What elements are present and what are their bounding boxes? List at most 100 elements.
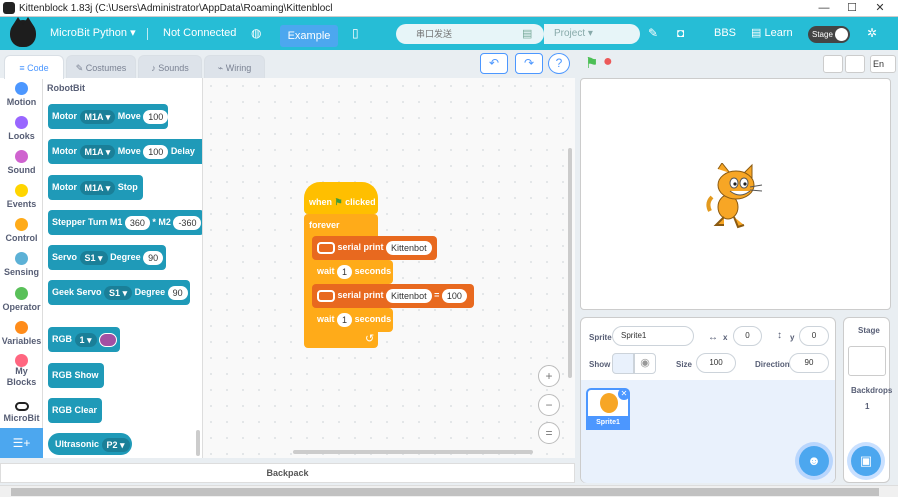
value-input[interactable]: 90 — [143, 250, 164, 265]
save-icon[interactable]: ▤ — [522, 27, 532, 40]
mode-select[interactable]: MicroBit Python ▾ — [50, 17, 136, 50]
value-input[interactable]: 100 — [143, 144, 169, 159]
globe-icon[interactable]: ◍ — [251, 17, 261, 50]
kittenblock-logo[interactable] — [10, 17, 36, 47]
project-menu[interactable]: Project ▾ — [544, 24, 640, 44]
value-input[interactable]: 90 — [167, 285, 188, 300]
close-button[interactable]: ✕ — [866, 0, 894, 16]
help-button[interactable]: ? — [548, 53, 570, 74]
palette-scrollbar[interactable] — [196, 430, 200, 456]
stage-toggle[interactable]: Stage — [808, 26, 850, 43]
category-motion[interactable]: Motion — [0, 82, 42, 107]
value-input[interactable]: Kittenbot — [386, 288, 432, 303]
category-sensing[interactable]: Sensing — [0, 252, 42, 277]
block-wait[interactable]: wait 1 seconds — [312, 260, 393, 284]
value-input[interactable]: Kittenbot — [386, 240, 432, 255]
tab-costumes[interactable]: ✎ Costumes — [66, 55, 136, 79]
value-input[interactable]: 360 — [124, 215, 150, 230]
color-swatch[interactable] — [99, 332, 118, 347]
port-dropdown[interactable]: S1 ▾ — [104, 285, 133, 300]
block-motor-stop[interactable]: Motor M1A ▾ Stop — [48, 175, 143, 200]
tab-wiring[interactable]: ⌁ Wiring — [204, 55, 265, 79]
category-operator[interactable]: Operator — [0, 287, 42, 312]
file-icon[interactable]: ▯ — [352, 17, 359, 50]
x-field[interactable]: 0 — [733, 326, 762, 346]
block-when-flag-clicked[interactable]: when ⚑ clicked — [304, 182, 378, 214]
add-backdrop-button[interactable]: ▣ — [851, 446, 881, 476]
redo-icon: ↷ — [523, 56, 535, 70]
category-looks[interactable]: Looks — [0, 116, 42, 141]
category-label: Motion — [6, 97, 37, 107]
block-stepper-turn[interactable]: Stepper Turn M1 360 * M2 -360 — [48, 210, 202, 235]
tab-sounds[interactable]: ♪ Sounds — [138, 55, 202, 79]
block-ultrasonic[interactable]: Ultrasonic P2 ▾ — [48, 433, 133, 455]
value-input[interactable]: -360 — [173, 215, 202, 230]
block-rgb[interactable]: RGB 1 ▾ — [48, 327, 120, 352]
category-events[interactable]: Events — [0, 184, 42, 209]
small-stage-button[interactable] — [823, 55, 843, 73]
add-sprite-button[interactable]: ☻ — [799, 446, 829, 476]
category-my-blocks[interactable]: My Blocks — [0, 354, 42, 388]
block-rgb-show[interactable]: RGB Show — [48, 363, 104, 388]
block-serial-print-equals[interactable]: serial print Kittenbot = 100 — [312, 284, 474, 308]
zoom-out-button[interactable]: − — [538, 394, 560, 416]
fullscreen-button[interactable]: En — [870, 55, 896, 73]
delete-sprite-icon[interactable]: ✕ — [618, 388, 630, 400]
block-rgb-clear[interactable]: RGB Clear — [48, 398, 103, 423]
redo-button[interactable]: ↷ — [515, 53, 543, 74]
direction-field[interactable]: 90 — [789, 353, 829, 373]
block-motor-move[interactable]: Motor M1A ▾ Move 100 — [48, 104, 169, 129]
block-motor-move-delay[interactable]: Motor M1A ▾ Move 100 Delay — [48, 139, 202, 164]
port-dropdown[interactable]: M1A ▾ — [79, 180, 116, 195]
category-variables[interactable]: Variables — [0, 321, 42, 346]
maximize-button[interactable]: ☐ — [838, 0, 866, 16]
script-workspace[interactable]: when ⚑ clicked forever serial print Kitt… — [203, 78, 575, 458]
window-hscrollbar[interactable] — [0, 485, 898, 497]
backpack[interactable]: Backpack — [0, 463, 575, 483]
show-visible-button[interactable] — [612, 353, 634, 374]
learn-link[interactable]: ▤ Learn — [751, 17, 793, 50]
undo-button[interactable]: ↶ — [480, 53, 508, 74]
sprite-name-field[interactable]: Sprite1 — [612, 326, 694, 346]
camera-icon[interactable]: ◘ — [677, 17, 684, 50]
value-input[interactable]: 1 — [337, 312, 353, 327]
scroll-thumb[interactable] — [11, 488, 879, 496]
category-microbit[interactable]: MicroBit — [0, 402, 42, 423]
size-field[interactable]: 100 — [696, 353, 736, 373]
port-dropdown[interactable]: M1A ▾ — [79, 144, 116, 159]
block-wait[interactable]: wait 1 seconds — [312, 308, 393, 332]
stage-canvas[interactable] — [580, 78, 891, 310]
eye-icon[interactable]: ◉ — [634, 353, 656, 374]
zoom-in-button[interactable]: + — [538, 365, 560, 387]
y-field[interactable]: 0 — [799, 326, 829, 346]
green-flag-icon[interactable]: ⚑ — [585, 54, 598, 72]
minimize-button[interactable]: — — [810, 0, 838, 16]
stop-icon[interactable]: ● — [603, 53, 613, 71]
category-control[interactable]: Control — [0, 218, 42, 243]
example-button[interactable]: Example — [280, 25, 338, 47]
value-input[interactable]: 1 — [337, 264, 353, 279]
category-sound[interactable]: Sound — [0, 150, 42, 175]
block-serial-print[interactable]: serial print Kittenbot — [312, 236, 437, 260]
workspace-hscrollbar[interactable] — [293, 450, 533, 454]
port-dropdown[interactable]: P2 ▾ — [101, 437, 130, 452]
add-extension-button[interactable]: ☰+ — [0, 428, 43, 458]
port-dropdown[interactable]: M1A ▾ — [79, 109, 116, 124]
value-input[interactable]: 100 — [441, 288, 467, 303]
index-dropdown[interactable]: 1 ▾ — [74, 332, 97, 347]
bbs-link[interactable]: BBS — [714, 17, 736, 50]
gear-icon[interactable]: ✲ — [867, 17, 877, 50]
tab-code[interactable]: ≡ Code — [4, 55, 64, 79]
sprite-thumbnail[interactable]: ✕ Sprite1 — [586, 388, 630, 430]
scratch-cat-sprite[interactable] — [704, 163, 766, 229]
large-stage-button[interactable] — [845, 55, 865, 73]
stage-thumbnail[interactable] — [848, 346, 886, 376]
zoom-reset-button[interactable]: = — [538, 422, 560, 444]
port-dropdown[interactable]: S1 ▾ — [79, 250, 108, 265]
connection-status[interactable]: Not Connected — [163, 17, 236, 50]
workspace-vscrollbar[interactable] — [568, 148, 572, 378]
block-servo[interactable]: Servo S1 ▾ Degree 90 — [48, 245, 166, 270]
value-input[interactable]: 100 — [143, 109, 169, 124]
edit-icon[interactable]: ✎ — [648, 17, 658, 50]
block-geek-servo[interactable]: Geek Servo S1 ▾ Degree 90 — [48, 280, 191, 305]
